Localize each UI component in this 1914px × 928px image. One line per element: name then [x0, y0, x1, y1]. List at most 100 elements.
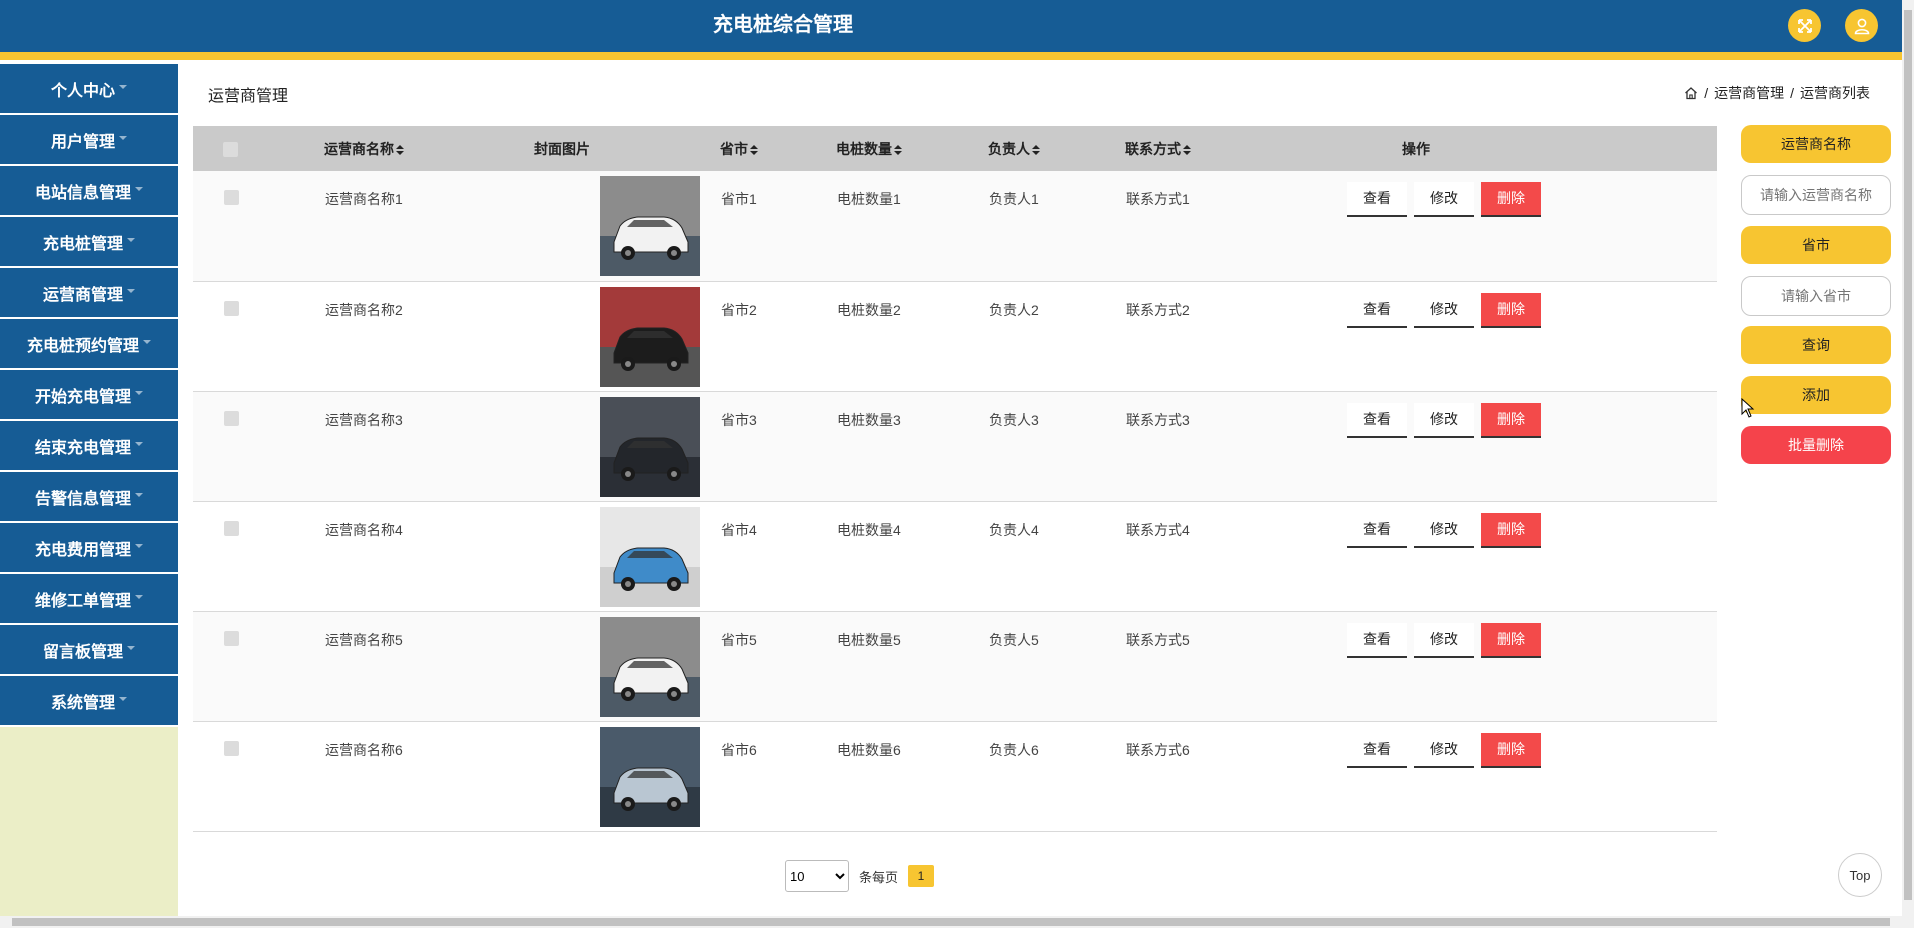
horizontal-scrollbar[interactable] — [0, 916, 1914, 928]
row-checkbox[interactable] — [224, 410, 239, 426]
cell-image — [534, 171, 720, 281]
delete-button[interactable]: 删除 — [1481, 512, 1541, 548]
cell-contact: 联系方式1 — [1126, 191, 1190, 207]
query-button[interactable]: 查询 — [1741, 326, 1891, 364]
delete-button[interactable]: 删除 — [1481, 182, 1541, 217]
row-checkbox[interactable] — [224, 630, 239, 646]
row-checkbox[interactable] — [224, 190, 239, 205]
edit-button[interactable]: 修改 — [1414, 402, 1474, 438]
back-to-top-button[interactable]: Top — [1838, 853, 1882, 897]
cell-ops: 查看 修改 删除 — [1347, 281, 1717, 391]
operator-name-search-input[interactable] — [1741, 175, 1891, 215]
col-owner[interactable]: 负责人 — [988, 126, 1125, 171]
sidebar-item-message-board[interactable]: 留言板管理 — [0, 625, 178, 676]
table-row: 运营商名称4 省市4 电桩数量4 负责人4 联系方式4 查看 修改 删除 — [193, 501, 1717, 611]
delete-button[interactable]: 删除 — [1481, 732, 1541, 768]
view-button[interactable]: 查看 — [1347, 512, 1407, 548]
cell-owner: 负责人6 — [989, 741, 1039, 758]
operator-table: 运营商名称 封面图片 省市 电桩数量 负责人 联系方式 操作 运营商名称1 省市1… — [193, 126, 1717, 832]
name-filter-label: 运营商名称 — [1741, 125, 1891, 163]
delete-button[interactable]: 删除 — [1481, 292, 1541, 328]
sort-icon[interactable] — [1183, 144, 1191, 155]
user-icon — [1854, 18, 1869, 34]
home-icon[interactable] — [1684, 86, 1698, 100]
per-page-label: 条每页 — [859, 869, 899, 885]
cell-owner: 负责人1 — [989, 191, 1039, 207]
cover-image — [600, 176, 700, 276]
sort-icon[interactable] — [894, 144, 902, 155]
sidebar-item-reservations[interactable]: 充电桩预约管理 — [0, 319, 178, 370]
sidebar-item-system[interactable]: 系统管理 — [0, 676, 178, 727]
view-button[interactable]: 查看 — [1347, 182, 1407, 217]
breadcrumb-level2: 运营商列表 — [1800, 85, 1870, 101]
cover-image — [600, 396, 700, 497]
sidebar-item-operators[interactable]: 运营商管理 — [0, 268, 178, 319]
vertical-scrollbar[interactable] — [1902, 0, 1914, 916]
table-row: 运营商名称6 省市6 电桩数量6 负责人6 联系方式6 查看 修改 删除 — [193, 721, 1717, 831]
sidebar-item-label: 个人中心 — [50, 82, 115, 100]
fullscreen-button[interactable] — [1788, 9, 1821, 42]
operator-table-wrap: 运营商名称 封面图片 省市 电桩数量 负责人 联系方式 操作 运营商名称1 省市1… — [193, 126, 1717, 832]
cell-province: 省市6 — [721, 741, 757, 758]
view-button[interactable]: 查看 — [1347, 292, 1407, 328]
edit-button[interactable]: 修改 — [1414, 292, 1474, 328]
page-number-current[interactable]: 1 — [908, 865, 935, 887]
cell-piles: 电桩数量6 — [837, 741, 901, 758]
delete-button[interactable]: 删除 — [1481, 622, 1541, 658]
sort-icon[interactable] — [396, 144, 404, 155]
sidebar-item-label: 留言板管理 — [42, 643, 123, 661]
sidebar-item-station-info[interactable]: 电站信息管理 — [0, 166, 178, 217]
province-search-input[interactable] — [1741, 276, 1891, 316]
col-contact[interactable]: 联系方式 — [1125, 126, 1347, 171]
batch-delete-button[interactable]: 批量删除 — [1741, 426, 1891, 464]
add-button[interactable]: 添加 — [1741, 376, 1891, 414]
sidebar-item-charging-piles[interactable]: 充电桩管理 — [0, 217, 178, 268]
cell-piles: 电桩数量4 — [837, 521, 901, 538]
cell-image — [534, 611, 720, 721]
row-checkbox[interactable] — [224, 520, 239, 536]
cell-province: 省市3 — [721, 411, 757, 428]
col-piles[interactable]: 电桩数量 — [836, 126, 988, 171]
select-all-checkbox[interactable] — [223, 141, 238, 157]
sidebar-item-label: 系统管理 — [50, 694, 115, 712]
caret-down-icon — [127, 645, 135, 650]
sidebar-item-users[interactable]: 用户管理 — [0, 115, 178, 166]
page-size-select[interactable]: 10 — [785, 860, 849, 892]
sidebar-item-start-charging[interactable]: 开始充电管理 — [0, 370, 178, 421]
sidebar-item-personal-center[interactable]: 个人中心 — [0, 64, 178, 115]
sidebar-item-repair-orders[interactable]: 维修工单管理 — [0, 574, 178, 625]
sidebar-item-alerts[interactable]: 告警信息管理 — [0, 472, 178, 523]
breadcrumb-level1[interactable]: 运营商管理 — [1714, 83, 1784, 103]
vertical-scrollbar-thumb[interactable] — [1904, 10, 1912, 900]
sort-icon[interactable] — [1032, 144, 1040, 155]
cell-owner: 负责人2 — [989, 301, 1039, 318]
sidebar-item-end-charging[interactable]: 结束充电管理 — [0, 421, 178, 472]
cover-image — [600, 726, 700, 827]
breadcrumb-separator: / — [1704, 85, 1709, 101]
row-checkbox[interactable] — [224, 300, 239, 316]
view-button[interactable]: 查看 — [1347, 732, 1407, 768]
sidebar-item-label: 结束充电管理 — [34, 439, 131, 457]
sidebar-item-charging-fees[interactable]: 充电费用管理 — [0, 523, 178, 574]
cover-image — [600, 616, 700, 717]
horizontal-scrollbar-thumb[interactable] — [12, 918, 1890, 926]
user-button[interactable] — [1845, 9, 1878, 42]
sort-icon[interactable] — [750, 144, 758, 155]
view-button[interactable]: 查看 — [1347, 622, 1407, 658]
edit-button[interactable]: 修改 — [1414, 182, 1474, 217]
mouse-cursor-icon — [1741, 398, 1755, 418]
delete-button[interactable]: 删除 — [1481, 402, 1541, 438]
cell-owner: 负责人5 — [989, 631, 1039, 648]
view-button[interactable]: 查看 — [1347, 402, 1407, 438]
caret-down-icon — [127, 288, 135, 293]
col-name[interactable]: 运营商名称 — [324, 126, 534, 171]
edit-button[interactable]: 修改 — [1414, 622, 1474, 658]
edit-button[interactable]: 修改 — [1414, 732, 1474, 768]
sidebar-item-label: 用户管理 — [50, 133, 115, 151]
edit-button[interactable]: 修改 — [1414, 512, 1474, 548]
row-checkbox[interactable] — [224, 740, 239, 756]
table-row: 运营商名称5 省市5 电桩数量5 负责人5 联系方式5 查看 修改 删除 — [193, 611, 1717, 721]
cell-piles: 电桩数量3 — [837, 411, 901, 428]
cell-piles: 电桩数量2 — [837, 301, 901, 318]
col-province[interactable]: 省市 — [720, 126, 836, 171]
